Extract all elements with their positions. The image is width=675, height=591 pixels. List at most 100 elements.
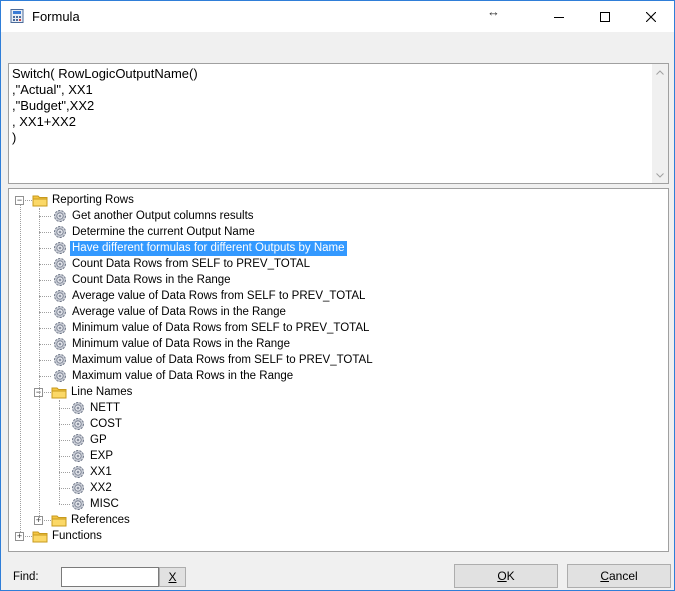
tree-item-line-name[interactable]: EXP: [70, 448, 115, 464]
tree-item-label: Line Names: [71, 385, 133, 398]
gear-icon: [52, 320, 68, 336]
tree-node-reporting-rows[interactable]: Reporting Rows: [32, 192, 136, 208]
function-tree[interactable]: − Reporting Rows Get another Output column…: [8, 188, 669, 552]
gear-icon: [70, 400, 86, 416]
gear-icon: [70, 496, 86, 512]
tree-item-line-name[interactable]: COST: [70, 416, 124, 432]
resize-arrow-icon: ↔: [487, 4, 500, 19]
tree-connector-line: [59, 424, 70, 425]
tree-item-reporting-row[interactable]: Count Data Rows from SELF to PREV_TOTAL: [52, 256, 312, 272]
expander-functions[interactable]: +: [15, 532, 24, 541]
calculator-icon: [10, 9, 24, 23]
tree-item-line-name[interactable]: GP: [70, 432, 109, 448]
title-bar[interactable]: Formula ↔: [1, 1, 674, 32]
find-input[interactable]: [61, 567, 159, 587]
tree-item-reporting-row[interactable]: Determine the current Output Name: [52, 224, 257, 240]
tree-connector-line: [59, 440, 70, 441]
gear-icon: [70, 416, 86, 432]
tree-item-label: Average value of Data Rows in the Range: [72, 305, 286, 318]
tree-item-label: Reporting Rows: [52, 193, 134, 206]
tree-item-label: Minimum value of Data Rows from SELF to …: [72, 321, 370, 334]
tree-item-label: Count Data Rows from SELF to PREV_TOTAL: [72, 257, 310, 270]
tree-item-label: NETT: [90, 401, 121, 414]
tree-connector-line: [39, 360, 51, 361]
tree-item-label: Average value of Data Rows from SELF to …: [72, 289, 366, 302]
tree-item-label: EXP: [90, 449, 114, 462]
tree-connector-line: [39, 328, 51, 329]
tree-item-label: Functions: [52, 529, 102, 542]
close-button[interactable]: [628, 1, 674, 32]
expander-reporting-rows[interactable]: −: [15, 196, 24, 205]
tree-connector-line: [44, 520, 51, 521]
tree-item-label: Maximum value of Data Rows in the Range: [72, 369, 294, 382]
folder-icon: [32, 192, 48, 208]
tree-item-reporting-row[interactable]: Maximum value of Data Rows from SELF to …: [52, 352, 375, 368]
gear-icon: [70, 448, 86, 464]
gear-icon: [52, 336, 68, 352]
scroll-down-icon[interactable]: [652, 167, 668, 183]
tree-node-references[interactable]: References: [51, 512, 132, 528]
tree-connector-line: [39, 232, 51, 233]
tree-connector-line: [39, 264, 51, 265]
gear-icon: [52, 304, 68, 320]
tree-connector-line: [59, 504, 70, 505]
cancel-button[interactable]: Cancel: [567, 564, 671, 588]
folder-icon: [32, 528, 48, 544]
formula-window: Formula ↔ Switch( RowLogicOutputName() ,…: [0, 0, 675, 591]
gear-icon: [70, 432, 86, 448]
gear-icon: [52, 368, 68, 384]
cancel-button-label: Cancel: [600, 569, 638, 583]
tree-connector-line: [39, 376, 51, 377]
ok-button-label: OK: [497, 569, 515, 583]
tree-item-label: COST: [90, 417, 122, 430]
gear-icon: [52, 272, 68, 288]
tree-item-label: XX1: [90, 465, 112, 478]
gear-icon: [52, 288, 68, 304]
ok-button[interactable]: OK: [454, 564, 558, 588]
gear-icon: [52, 240, 68, 256]
tree-item-reporting-row[interactable]: Minimum value of Data Rows in the Range: [52, 336, 292, 352]
gear-icon: [52, 352, 68, 368]
gear-icon: [52, 256, 68, 272]
tree-item-label: MISC: [90, 497, 119, 510]
tree-connector-line: [25, 200, 32, 201]
tree-item-reporting-row[interactable]: Count Data Rows in the Range: [52, 272, 233, 288]
tree-connector-line: [39, 280, 51, 281]
tree-connector-line: [20, 205, 21, 532]
gear-icon: [70, 480, 86, 496]
tree-item-label: Maximum value of Data Rows from SELF to …: [72, 353, 373, 366]
formula-text[interactable]: Switch( RowLogicOutputName() ,"Actual", …: [12, 66, 198, 146]
folder-icon: [51, 384, 67, 400]
tree-node-functions[interactable]: Functions: [32, 528, 104, 544]
formula-scrollbar[interactable]: [652, 64, 668, 183]
tree-item-reporting-row[interactable]: Average value of Data Rows in the Range: [52, 304, 288, 320]
tree-connector-line: [39, 312, 51, 313]
tree-connector-line: [25, 536, 32, 537]
tree-item-line-name[interactable]: MISC: [70, 496, 121, 512]
maximize-button[interactable]: [582, 1, 628, 32]
tree-connector-line: [59, 488, 70, 489]
minimize-button[interactable]: [536, 1, 582, 32]
scroll-up-icon[interactable]: [652, 64, 668, 80]
tree-item-label: Count Data Rows in the Range: [72, 273, 231, 286]
tree-item-label: XX2: [90, 481, 112, 494]
tree-item-line-name[interactable]: XX2: [70, 480, 114, 496]
tree-item-label: Get another Output columns results: [72, 209, 254, 222]
gear-icon: [70, 464, 86, 480]
gear-icon: [52, 208, 68, 224]
gear-icon: [52, 224, 68, 240]
tree-connector-line: [59, 472, 70, 473]
tree-item-line-name[interactable]: NETT: [70, 400, 122, 416]
tree-connector-line: [39, 296, 51, 297]
formula-editor[interactable]: Switch( RowLogicOutputName() ,"Actual", …: [8, 63, 669, 184]
tree-item-reporting-row[interactable]: Minimum value of Data Rows from SELF to …: [52, 320, 371, 336]
tree-item-label: Determine the current Output Name: [72, 225, 255, 238]
tree-connector-line: [44, 392, 51, 393]
tree-item-reporting-row[interactable]: Get another Output columns results: [52, 208, 256, 224]
tree-node-line-names[interactable]: Line Names: [51, 384, 134, 400]
tree-item-reporting-row[interactable]: Maximum value of Data Rows in the Range: [52, 368, 295, 384]
tree-item-line-name[interactable]: XX1: [70, 464, 114, 480]
clear-find-button[interactable]: X: [159, 567, 186, 587]
tree-item-reporting-row[interactable]: Have different formulas for different Ou…: [52, 240, 347, 256]
tree-item-reporting-row[interactable]: Average value of Data Rows from SELF to …: [52, 288, 367, 304]
